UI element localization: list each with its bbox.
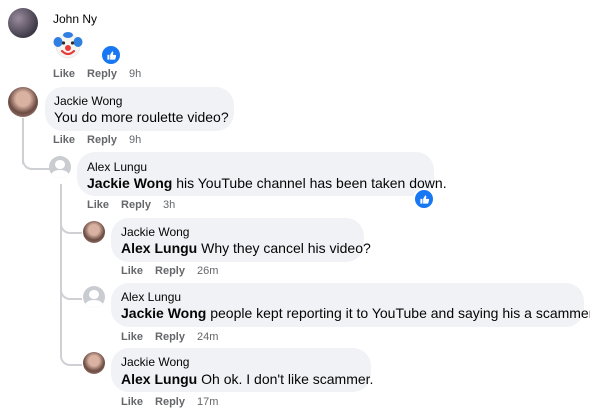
like-button[interactable]: Like bbox=[121, 331, 143, 343]
thread-connector bbox=[60, 342, 82, 366]
comment-timestamp[interactable]: 9h bbox=[129, 68, 141, 80]
mention-link[interactable]: Alex Lungu bbox=[121, 240, 197, 256]
avatar[interactable] bbox=[83, 352, 105, 374]
comment-author[interactable]: Alex Lungu bbox=[87, 160, 147, 174]
like-button[interactable]: Like bbox=[53, 68, 75, 80]
reply-button[interactable]: Reply bbox=[87, 68, 117, 80]
comment-text: Alex Lungu Why they cancel his video? bbox=[121, 240, 371, 256]
mention-link[interactable]: Jackie Wong bbox=[121, 305, 206, 321]
comment-text: Jackie Wong his YouTube channel has been… bbox=[87, 175, 447, 191]
like-reaction-badge[interactable] bbox=[413, 188, 435, 210]
reply-button[interactable]: Reply bbox=[155, 331, 185, 343]
comment-author[interactable]: Alex Lungu bbox=[121, 290, 181, 304]
like-button[interactable]: Like bbox=[87, 199, 109, 211]
avatar[interactable] bbox=[83, 286, 105, 308]
thread-connector bbox=[60, 214, 82, 234]
comment-author[interactable]: Jackie Wong bbox=[121, 355, 189, 369]
comment-actions: Like Reply 9h bbox=[53, 134, 141, 146]
avatar[interactable] bbox=[49, 156, 71, 178]
thumbs-up-icon bbox=[419, 194, 429, 204]
clown-face-icon bbox=[53, 32, 83, 59]
reply-button[interactable]: Reply bbox=[87, 134, 117, 146]
comment-actions: Like Reply 26m bbox=[121, 265, 218, 277]
comment-text: Jackie Wong people kept reporting it to … bbox=[121, 305, 590, 321]
mention-link[interactable]: Jackie Wong bbox=[87, 175, 172, 191]
comment-timestamp[interactable]: 26m bbox=[197, 265, 218, 277]
reply-button[interactable]: Reply bbox=[155, 265, 185, 277]
comment-timestamp[interactable]: 24m bbox=[197, 331, 218, 343]
comment-actions: Like Reply 24m bbox=[121, 331, 218, 343]
comment-author[interactable]: Jackie Wong bbox=[121, 225, 189, 239]
avatar[interactable] bbox=[83, 221, 105, 243]
comment-actions: Like Reply 9h bbox=[53, 68, 141, 80]
reply-button[interactable]: Reply bbox=[121, 199, 151, 211]
comment-timestamp[interactable]: 9h bbox=[129, 134, 141, 146]
comment-text: You do more roulette video? bbox=[54, 109, 229, 125]
comment-actions: Like Reply 17m bbox=[121, 396, 218, 408]
comment-timestamp[interactable]: 17m bbox=[197, 396, 218, 408]
avatar[interactable] bbox=[8, 8, 38, 38]
thread-connector bbox=[60, 280, 82, 300]
comment-timestamp[interactable]: 3h bbox=[163, 199, 175, 211]
comment-author[interactable]: John Ny bbox=[53, 12, 97, 26]
like-button[interactable]: Like bbox=[121, 396, 143, 408]
reply-button[interactable]: Reply bbox=[155, 396, 185, 408]
like-button[interactable]: Like bbox=[53, 134, 75, 146]
thread-line-sub bbox=[60, 184, 62, 356]
thumbs-up-icon bbox=[106, 50, 116, 60]
like-reaction-badge[interactable] bbox=[100, 44, 122, 66]
like-button[interactable]: Like bbox=[121, 265, 143, 277]
avatar[interactable] bbox=[8, 87, 38, 117]
comment-author[interactable]: Jackie Wong bbox=[54, 94, 122, 108]
thread-connector bbox=[22, 140, 50, 170]
comment-text: Alex Lungu Oh ok. I don't like scammer. bbox=[121, 371, 374, 387]
mention-link[interactable]: Alex Lungu bbox=[121, 371, 197, 387]
comment-actions: Like Reply 3h bbox=[87, 199, 175, 211]
